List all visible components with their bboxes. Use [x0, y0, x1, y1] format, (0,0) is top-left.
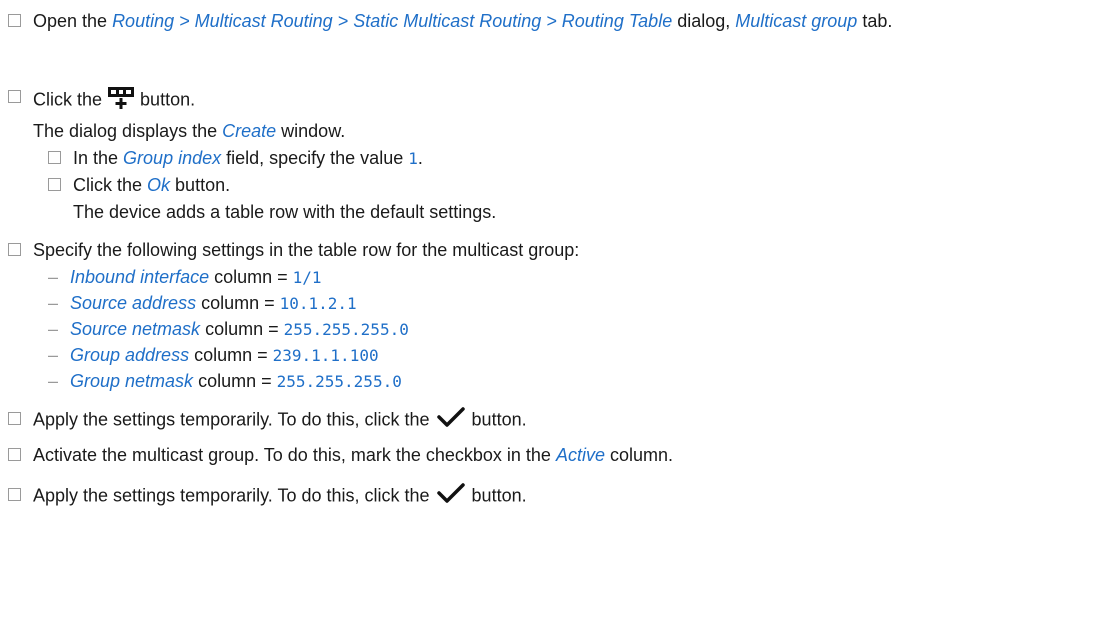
step-5-text: Activate the multicast group. To do this…	[33, 445, 556, 465]
sub-step-text: .	[417, 148, 423, 168]
setting-row: – Group address column = 239.1.1.100	[48, 342, 1100, 368]
column-equals: column =	[196, 293, 280, 313]
setting-row: – Group netmask column = 255.255.255.0	[48, 368, 1100, 394]
button-name: Ok	[147, 175, 171, 195]
setting-value: 255.255.255.0	[276, 372, 402, 391]
checkmark-icon	[435, 482, 467, 511]
settings-list: – Inbound interface column = 1/1– Source a…	[48, 264, 1100, 394]
step-3: Specify the following settings in the ta…	[8, 237, 1100, 263]
column-name: Active	[555, 445, 605, 465]
window-name: Create	[222, 121, 277, 141]
checkmark-icon	[435, 406, 467, 435]
step-6: Apply the settings temporarily. To do th…	[8, 482, 1100, 511]
dash-bullet: –	[48, 267, 59, 287]
setting-value: 239.1.1.100	[272, 346, 379, 365]
step-5-text: column.	[604, 445, 673, 465]
dash-bullet: –	[48, 371, 59, 391]
step-4-text: Apply the settings temporarily. To do th…	[33, 409, 435, 430]
dash-bullet: –	[48, 293, 59, 313]
step-checkbox[interactable]	[48, 178, 61, 191]
setting-row: – Inbound interface column = 1/1	[48, 264, 1100, 290]
step-1-text: dialog,	[672, 11, 736, 31]
tab-name: Multicast group	[735, 11, 858, 31]
step-1: Open the Routing > Multicast Routing > S…	[8, 8, 1100, 34]
setting-row: – Source netmask column = 255.255.255.0	[48, 316, 1100, 342]
step-4: Apply the settings temporarily. To do th…	[8, 406, 1100, 435]
column-name: Source address	[70, 293, 197, 313]
sub-step-text: Click the	[73, 175, 148, 195]
field-name: Group index	[123, 148, 222, 168]
step-2-text: button.	[140, 89, 196, 110]
step-6-text: button.	[471, 485, 527, 506]
step-2-sub-2: Click the Ok button.	[48, 172, 1100, 198]
dialog-path: Routing > Multicast Routing > Static Mul…	[112, 11, 673, 31]
column-name: Source netmask	[70, 319, 201, 339]
step-checkbox[interactable]	[8, 412, 21, 425]
step-4-text: button.	[471, 409, 527, 430]
column-name: Group address	[70, 345, 190, 365]
step-1-text: Open the	[33, 11, 113, 31]
setting-row: – Source address column = 10.1.2.1	[48, 290, 1100, 316]
column-equals: column =	[193, 371, 277, 391]
result-text: The dialog displays the	[33, 121, 223, 141]
add-row-icon	[107, 84, 135, 117]
column-name: Inbound interface	[70, 267, 210, 287]
step-2-result: The dialog displays the Create window.	[33, 118, 1100, 144]
setting-value: 255.255.255.0	[283, 320, 409, 339]
column-equals: column =	[209, 267, 293, 287]
sub-step-text: button.	[170, 175, 231, 195]
result-text: The device adds a table row with the def…	[73, 202, 497, 222]
setting-value: 1/1	[292, 268, 322, 287]
step-checkbox[interactable]	[8, 90, 21, 103]
step-2: Click the button.	[8, 84, 1100, 117]
step-2-sub-2-result: The device adds a table row with the def…	[73, 199, 1100, 225]
step-2-text: Click the	[33, 89, 108, 110]
sub-step-text: In the	[73, 148, 124, 168]
dash-bullet: –	[48, 345, 59, 365]
column-equals: column =	[200, 319, 284, 339]
field-value: 1	[408, 149, 418, 168]
step-3-text: Specify the following settings in the ta…	[33, 240, 580, 260]
step-checkbox[interactable]	[8, 488, 21, 501]
result-text: window.	[276, 121, 346, 141]
step-checkbox[interactable]	[8, 243, 21, 256]
column-equals: column =	[189, 345, 273, 365]
step-2-sub-1: In the Group index field, specify the va…	[48, 145, 1100, 172]
sub-step-text: field, specify the value	[221, 148, 409, 168]
setting-value: 10.1.2.1	[279, 294, 357, 313]
step-checkbox[interactable]	[8, 448, 21, 461]
step-1-text: tab.	[857, 11, 893, 31]
step-5: Activate the multicast group. To do this…	[8, 442, 1100, 468]
step-checkbox[interactable]	[8, 14, 21, 27]
dash-bullet: –	[48, 319, 59, 339]
step-checkbox[interactable]	[48, 151, 61, 164]
column-name: Group netmask	[70, 371, 194, 391]
step-6-text: Apply the settings temporarily. To do th…	[33, 485, 435, 506]
